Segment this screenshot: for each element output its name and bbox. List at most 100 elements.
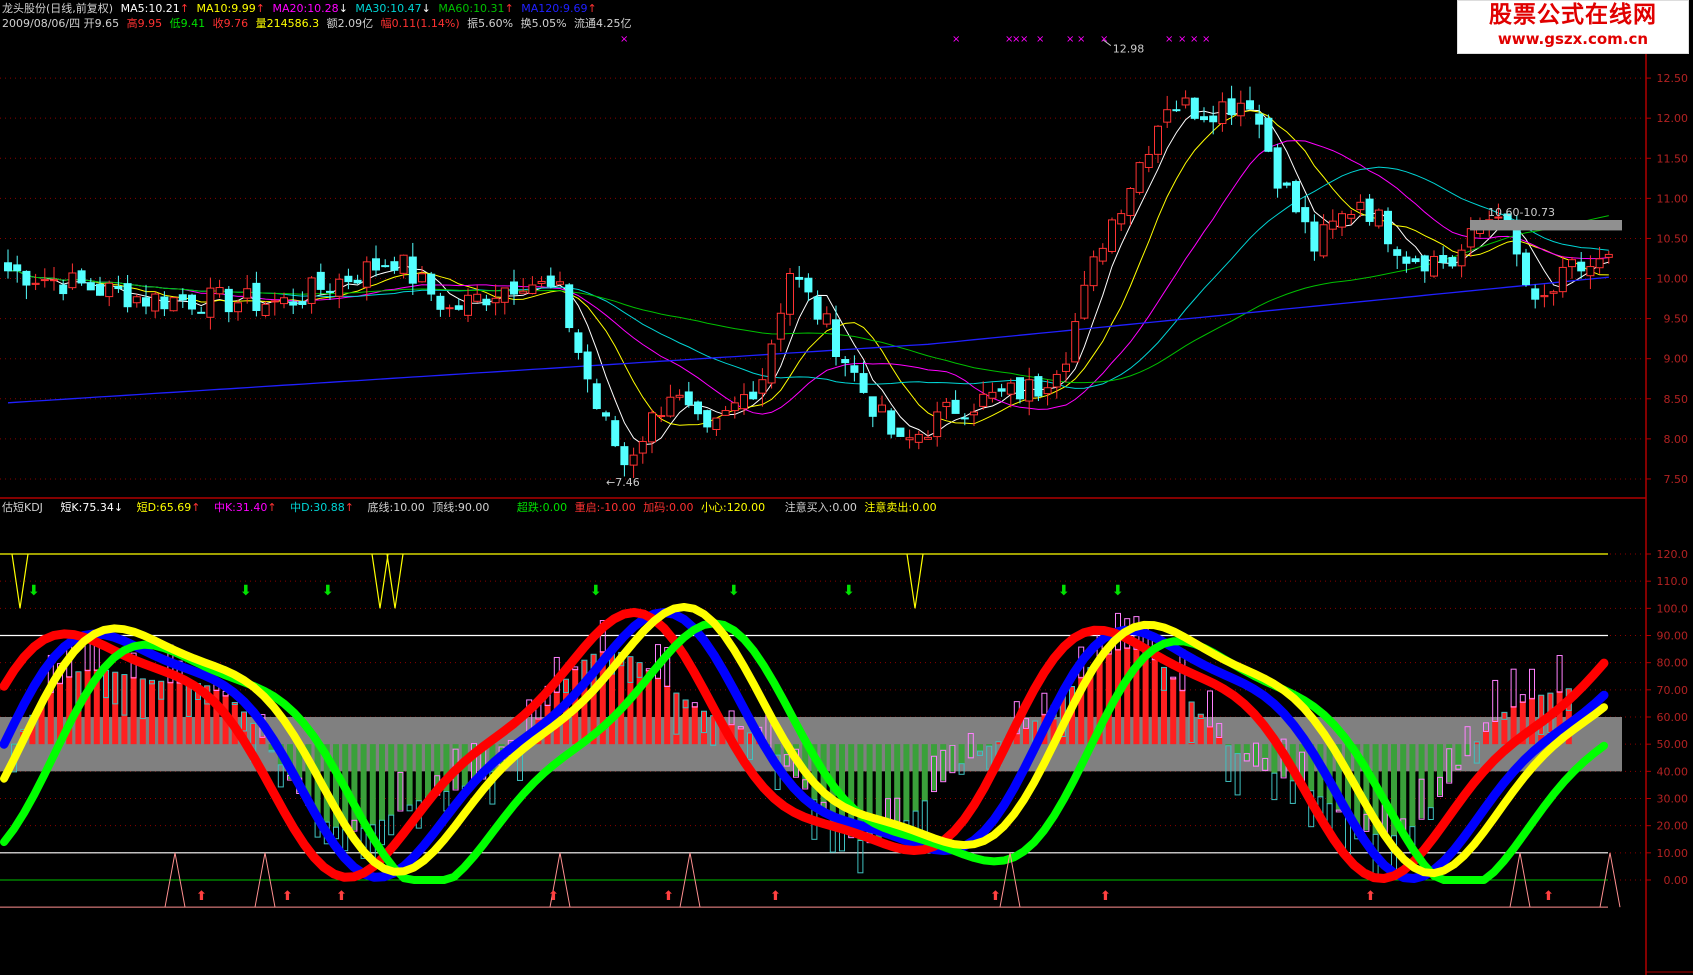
histogram-bar [912, 744, 919, 812]
candle-down [850, 365, 859, 373]
candle-up [657, 415, 666, 418]
candle-down [1273, 147, 1282, 189]
indicator-tick-label: 50.00 [1657, 738, 1689, 751]
ma30-label: MA30:10.47 [355, 2, 422, 15]
candle-up [786, 272, 794, 315]
candle-up [500, 287, 509, 303]
candle-down [142, 297, 150, 307]
candle-down [602, 412, 610, 417]
histogram-bar [958, 744, 965, 764]
candle-up [132, 296, 141, 304]
candle-up [1347, 213, 1356, 219]
candle-down [1448, 257, 1457, 267]
candle-up [270, 300, 279, 303]
low-price-label: ←7.46 [606, 476, 640, 489]
cross-marker: × [1202, 34, 1210, 45]
mini-candle [388, 814, 395, 836]
mini-candle [1041, 692, 1048, 716]
candle-down [482, 298, 491, 306]
candle-down [1227, 98, 1236, 116]
cross-marker: × [1190, 34, 1198, 45]
stock-chart[interactable]: 12.50 12.00 11.50 11.00 10.50 10.00 9.50 9.00 8.… [0, 0, 1693, 975]
restart-label: 重启:-10.00 [574, 501, 636, 514]
buy-arrow-icon: ⬆ [1365, 889, 1376, 904]
short-d-label: 短D:65.69 [136, 501, 192, 514]
indicator-tick-label: 20.00 [1657, 820, 1689, 833]
low-value: 低9.41 [169, 17, 206, 30]
candle-up [1568, 259, 1576, 268]
candle-up [1052, 373, 1061, 388]
up-arrow-icon: ↑ [179, 2, 190, 15]
change-value: 幅0.11(1.14%) [380, 17, 460, 30]
histogram-bar [1142, 652, 1149, 745]
candle-down [795, 276, 804, 280]
candle-down [804, 277, 813, 293]
watch-sell-label: 注意卖出:0.00 [864, 501, 937, 514]
candle-down [1034, 376, 1043, 397]
candle-down [4, 262, 12, 272]
mini-candle [1556, 655, 1563, 693]
candle-down [1393, 249, 1402, 256]
candle-down [1016, 377, 1024, 400]
candle-up [914, 433, 923, 443]
indicator-header: 估短KDJ 短K:75.34↓ 短D:65.69↑ 中K:31.40↑ 中D:3… [2, 501, 941, 514]
candle-down [1439, 255, 1448, 264]
candle-up [878, 404, 886, 413]
candle-up [1080, 284, 1089, 319]
candle-up [362, 261, 371, 288]
header-line-1: 龙头股份(日线,前复权) MA5:10.21↑ MA10:9.99↑ MA20:… [2, 2, 601, 15]
candle-down [749, 391, 758, 400]
candle-up [1025, 379, 1034, 402]
candle-up [822, 313, 831, 325]
histogram-bar [1207, 725, 1213, 745]
candle-up [1236, 102, 1245, 117]
indicator-tick-label: 90.00 [1657, 630, 1689, 643]
buy-arrow-icon: ⬆ [990, 889, 1001, 904]
sell-arrow-icon: ⬇ [728, 583, 740, 599]
candle-up [1356, 201, 1365, 211]
candle-down [1402, 256, 1411, 264]
candle-up [151, 293, 160, 312]
candle-up [648, 412, 656, 443]
indicator-tick-label: 0.00 [1664, 874, 1689, 887]
candlesticks[interactable] [4, 85, 1613, 478]
candle-down [896, 427, 905, 437]
candle-up [740, 394, 748, 410]
candle-up [776, 312, 785, 340]
candle-up [942, 401, 951, 408]
histogram-bar [664, 685, 671, 745]
candle-up [767, 343, 776, 384]
candle-down [592, 383, 601, 410]
candle-down [316, 271, 325, 290]
candle-down [123, 283, 132, 308]
price-tick-label: 10.00 [1657, 273, 1689, 286]
candle-down [160, 296, 169, 310]
candle-up [1540, 295, 1549, 298]
candle-down [1292, 181, 1300, 213]
histogram-bar [1151, 658, 1158, 745]
candle-up [1604, 253, 1613, 258]
candle-up [712, 417, 721, 430]
candle-up [924, 436, 932, 440]
mini-candle [921, 800, 928, 835]
histogram-bar [903, 744, 910, 821]
histogram-bar [1409, 744, 1416, 827]
histogram-bar [1427, 744, 1434, 808]
candle-up [1062, 363, 1070, 372]
candle-up [638, 440, 647, 454]
candle-down [1384, 210, 1392, 245]
candle-up [261, 303, 270, 316]
candle-down [252, 282, 261, 312]
candle-up [758, 379, 767, 394]
candle-down [408, 256, 417, 284]
histogram-bar [130, 676, 137, 745]
ma5-label: MA5:10.21 [120, 2, 180, 15]
candle-down [1246, 100, 1254, 110]
cross-marker: × [1036, 34, 1044, 45]
sell-arrow-icon: ⬇ [1112, 583, 1124, 599]
watch-buy-label: 注意买入:0.00 [784, 501, 857, 514]
candle-down [583, 351, 592, 380]
amount-value: 额2.09亿 [326, 17, 374, 30]
up-arrow-icon: ↑ [191, 501, 201, 514]
histogram-bar [1170, 677, 1177, 745]
